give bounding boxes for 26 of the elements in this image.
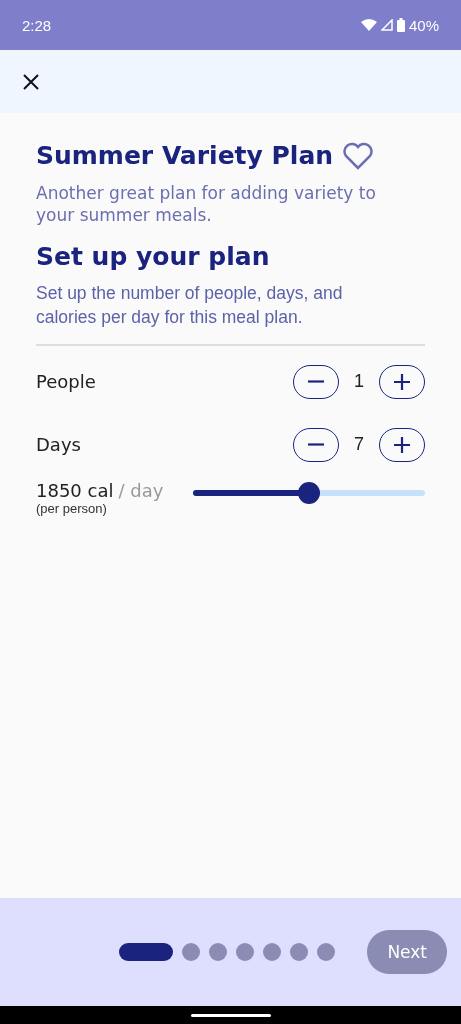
plus-icon bbox=[393, 435, 411, 454]
calorie-unit: / day bbox=[118, 480, 164, 501]
slider-thumb[interactable] bbox=[298, 482, 320, 504]
counter-value: 1 bbox=[353, 371, 365, 392]
section-description: Set up the number of people, days, and calories per day for this meal plan. bbox=[36, 282, 344, 329]
close-icon bbox=[22, 72, 40, 91]
minus-icon bbox=[307, 443, 325, 446]
home-indicator[interactable] bbox=[190, 1013, 271, 1017]
counter-label: People bbox=[36, 371, 97, 392]
calorie-slider[interactable] bbox=[193, 482, 425, 504]
status-time: 2:28 bbox=[22, 16, 52, 34]
plan-title: Summer Variety Plan bbox=[36, 141, 334, 170]
plus-icon bbox=[393, 372, 411, 391]
heart-icon[interactable] bbox=[343, 141, 374, 170]
signal-icon bbox=[380, 19, 393, 31]
battery-level: 40% bbox=[408, 16, 439, 34]
battery-icon bbox=[396, 18, 405, 32]
calorie-amount: 1850 cal bbox=[36, 480, 114, 501]
counter-label: Days bbox=[36, 434, 82, 455]
section-heading: Set up your plan bbox=[36, 242, 271, 271]
counter-value: 7 bbox=[353, 434, 365, 455]
calorie-note: (per person) bbox=[36, 501, 108, 516]
minus-icon bbox=[307, 380, 325, 383]
plan-description: Another great plan for adding variety to your summer meals. bbox=[36, 182, 377, 226]
close-button[interactable] bbox=[22, 72, 40, 91]
wifi-icon bbox=[360, 19, 377, 31]
